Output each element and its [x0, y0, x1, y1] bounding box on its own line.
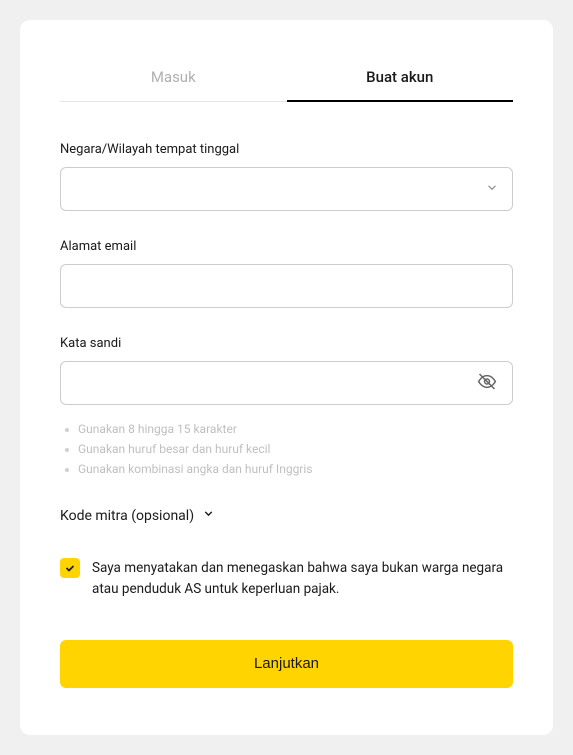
- country-select[interactable]: [60, 167, 513, 211]
- signup-card: Masuk Buat akun Negara/Wilayah tempat ti…: [20, 20, 553, 735]
- eye-off-icon: [477, 380, 497, 395]
- auth-tabs: Masuk Buat akun: [60, 50, 513, 102]
- password-label: Kata sandi: [60, 336, 513, 351]
- tab-signup[interactable]: Buat akun: [287, 50, 514, 102]
- email-field[interactable]: [60, 264, 513, 308]
- continue-button[interactable]: Lanjutkan: [60, 640, 513, 688]
- password-hints: Gunakan 8 hingga 15 karakter Gunakan hur…: [60, 419, 513, 479]
- password-hint: Gunakan huruf besar dan huruf kecil: [60, 439, 513, 459]
- tab-login[interactable]: Masuk: [60, 50, 287, 102]
- country-field: Negara/Wilayah tempat tinggal: [60, 142, 513, 211]
- partner-code-label: Kode mitra (opsional): [60, 508, 194, 524]
- country-label: Negara/Wilayah tempat tinggal: [60, 142, 513, 157]
- password-field-group: Kata sandi Gunakan 8 hingga 15 karakter …: [60, 336, 513, 479]
- email-label: Alamat email: [60, 239, 513, 254]
- password-hint: Gunakan kombinasi angka dan huruf Inggri…: [60, 459, 513, 479]
- declaration-checkbox[interactable]: [60, 558, 80, 578]
- password-field[interactable]: [60, 361, 513, 405]
- chevron-down-icon: [202, 507, 215, 524]
- email-field-group: Alamat email: [60, 239, 513, 308]
- partner-code-toggle[interactable]: Kode mitra (opsional): [60, 507, 513, 524]
- password-hint: Gunakan 8 hingga 15 karakter: [60, 419, 513, 439]
- declaration-row: Saya menyatakan dan menegaskan bahwa say…: [60, 558, 513, 600]
- toggle-password-visibility[interactable]: [473, 368, 501, 399]
- check-icon: [64, 562, 76, 574]
- declaration-text: Saya menyatakan dan menegaskan bahwa say…: [92, 558, 513, 600]
